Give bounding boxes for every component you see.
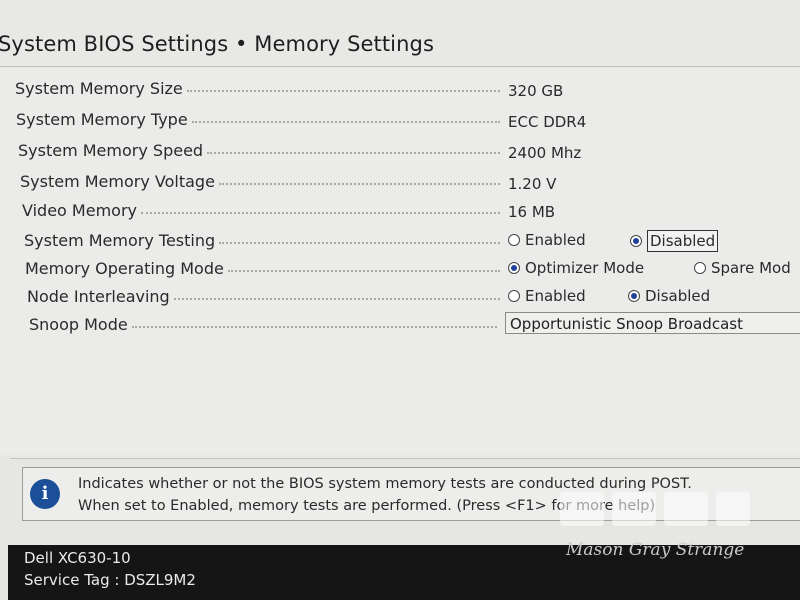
- operating-mode-optimizer-radio[interactable]: Optimizer Mode: [508, 258, 644, 278]
- radio-unselected-icon: [694, 262, 706, 274]
- snoop-mode-dropdown[interactable]: Opportunistic Snoop Broadcast: [505, 312, 800, 334]
- leader-dots: [131, 326, 497, 328]
- leader-dots: [173, 298, 500, 300]
- video-memory-value: 16 MB: [508, 203, 556, 221]
- setting-row-memory-voltage: System Memory Voltage 1.20 V: [0, 171, 800, 195]
- memory-size-value: 320 GB: [508, 82, 564, 100]
- option-label: Spare Mod: [711, 259, 791, 277]
- setting-row-node-interleaving: Node Interleaving Enabled Disabled: [0, 286, 800, 310]
- setting-row-memory-speed: System Memory Speed 2400 Mhz: [0, 140, 800, 164]
- radio-selected-icon: [630, 235, 642, 247]
- leader-dots: [227, 270, 500, 272]
- operating-mode-spare-radio[interactable]: Spare Mod: [694, 258, 791, 278]
- setting-label: System Memory Size: [15, 79, 183, 98]
- setting-label: System Memory Testing: [24, 231, 216, 250]
- setting-row-operating-mode: Memory Operating Mode Optimizer Mode Spa…: [0, 258, 800, 282]
- radio-selected-icon: [508, 262, 520, 274]
- setting-label: System Memory Speed: [18, 141, 204, 160]
- watermark-text: Mason Gray Strange: [566, 540, 745, 560]
- setting-row-memory-type: System Memory Type ECC DDR4: [0, 109, 800, 133]
- memory-type-value: ECC DDR4: [508, 113, 587, 131]
- memory-voltage-value: 1.20 V: [508, 175, 557, 193]
- setting-label: System Memory Type: [16, 110, 188, 129]
- page-title: System BIOS Settings • Memory Settings: [0, 32, 435, 56]
- radio-unselected-icon: [508, 234, 520, 246]
- title-bar: System BIOS Settings • Memory Settings: [0, 0, 800, 67]
- leader-dots: [219, 242, 500, 244]
- service-tag: Service Tag : DSZL9M2: [24, 571, 196, 589]
- radio-unselected-icon: [508, 290, 520, 302]
- setting-label: System Memory Voltage: [20, 172, 215, 191]
- memory-testing-disabled-radio[interactable]: Disabled: [630, 230, 719, 252]
- node-interleaving-disabled-radio[interactable]: Disabled: [628, 286, 710, 306]
- option-label: Optimizer Mode: [525, 259, 645, 277]
- leader-dots: [186, 90, 500, 92]
- leader-dots: [218, 183, 500, 185]
- system-model: Dell XC630-10: [24, 549, 131, 567]
- setting-label: Snoop Mode: [29, 315, 128, 334]
- watermark-logo-icon: [560, 492, 750, 526]
- leader-dots: [207, 152, 500, 154]
- leader-dots: [191, 121, 500, 123]
- node-interleaving-enabled-radio[interactable]: Enabled: [508, 286, 586, 306]
- memory-testing-enabled-radio[interactable]: Enabled: [508, 230, 586, 250]
- memory-speed-value: 2400 Mhz: [508, 144, 582, 162]
- option-label: Enabled: [525, 231, 586, 249]
- option-label: Disabled: [647, 230, 719, 252]
- option-label: Disabled: [645, 287, 711, 305]
- setting-label: Video Memory: [22, 201, 137, 220]
- radio-selected-icon: [628, 290, 640, 302]
- setting-row-memory-size: System Memory Size 320 GB: [0, 78, 800, 102]
- leader-dots: [140, 212, 500, 214]
- option-label: Enabled: [525, 287, 586, 305]
- setting-row-video-memory: Video Memory 16 MB: [0, 200, 800, 224]
- setting-label: Node Interleaving: [27, 287, 170, 306]
- setting-row-memory-testing: System Memory Testing Enabled Disabled: [0, 230, 800, 254]
- info-icon: i: [30, 479, 60, 509]
- setting-label: Memory Operating Mode: [25, 259, 224, 278]
